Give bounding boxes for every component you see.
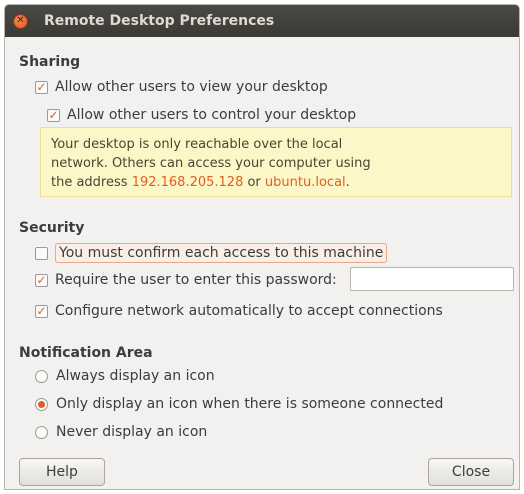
close-button[interactable]: Close bbox=[428, 458, 514, 486]
radio-always-row[interactable]: Always display an icon bbox=[35, 368, 215, 384]
info-or: or bbox=[243, 175, 265, 190]
confirm-access-checkbox[interactable] bbox=[35, 246, 48, 260]
info-address-prefix: the address bbox=[51, 175, 132, 190]
info-line-3: the address 192.168.205.128 or ubuntu.lo… bbox=[51, 173, 501, 192]
allow-control-checkbox[interactable]: ✓ bbox=[47, 108, 60, 122]
window-title: Remote Desktop Preferences bbox=[44, 13, 275, 29]
confirm-access-label: You must confirm each access to this mac… bbox=[55, 243, 388, 263]
radio-never-row[interactable]: Never display an icon bbox=[35, 424, 207, 440]
title-bar: ✕ Remote Desktop Preferences bbox=[5, 5, 519, 37]
window-close-button[interactable]: ✕ bbox=[13, 13, 28, 29]
radio-always[interactable] bbox=[35, 369, 48, 383]
hostname-link[interactable]: ubuntu.local bbox=[265, 175, 346, 190]
require-password-label: Require the user to enter this password: bbox=[55, 272, 337, 288]
help-button[interactable]: Help bbox=[19, 458, 105, 486]
radio-never[interactable] bbox=[35, 425, 48, 439]
security-section-title: Security bbox=[19, 220, 85, 236]
radio-selected-dot bbox=[38, 400, 45, 408]
allow-control-label: Allow other users to control your deskto… bbox=[67, 107, 357, 123]
radio-never-label: Never display an icon bbox=[56, 424, 208, 440]
ip-address-link[interactable]: 192.168.205.128 bbox=[132, 175, 244, 190]
radio-connected-row[interactable]: Only display an icon when there is someo… bbox=[35, 396, 443, 412]
notification-section-title: Notification Area bbox=[19, 345, 153, 361]
password-input[interactable] bbox=[350, 267, 514, 291]
info-end: . bbox=[345, 175, 350, 190]
configure-network-checkbox[interactable]: ✓ bbox=[35, 304, 48, 318]
configure-network-row[interactable]: ✓ Configure network automatically to acc… bbox=[35, 303, 443, 319]
configure-network-label: Configure network automatically to accep… bbox=[55, 303, 443, 319]
sharing-section-title: Sharing bbox=[19, 54, 81, 70]
allow-view-label: Allow other users to view your desktop bbox=[55, 79, 328, 95]
info-line-1: Your desktop is only reachable over the … bbox=[51, 137, 343, 152]
allow-control-row[interactable]: ✓ Allow other users to control your desk… bbox=[47, 107, 356, 123]
require-password-checkbox[interactable]: ✓ bbox=[35, 273, 48, 287]
allow-view-row[interactable]: ✓ Allow other users to view your desktop bbox=[35, 79, 328, 95]
radio-always-label: Always display an icon bbox=[56, 368, 215, 384]
radio-connected[interactable] bbox=[35, 397, 48, 411]
require-password-row[interactable]: ✓ Require the user to enter this passwor… bbox=[35, 272, 337, 288]
confirm-access-row[interactable]: You must confirm each access to this mac… bbox=[35, 243, 388, 263]
info-line-2: network. Others can access your computer… bbox=[51, 156, 371, 171]
preferences-window: ✕ Remote Desktop Preferences Sharing ✓ A… bbox=[4, 4, 520, 490]
reachability-info-box: Your desktop is only reachable over the … bbox=[40, 127, 512, 197]
close-icon: ✕ bbox=[16, 15, 25, 26]
radio-connected-label: Only display an icon when there is someo… bbox=[56, 396, 444, 412]
allow-view-checkbox[interactable]: ✓ bbox=[35, 80, 48, 94]
